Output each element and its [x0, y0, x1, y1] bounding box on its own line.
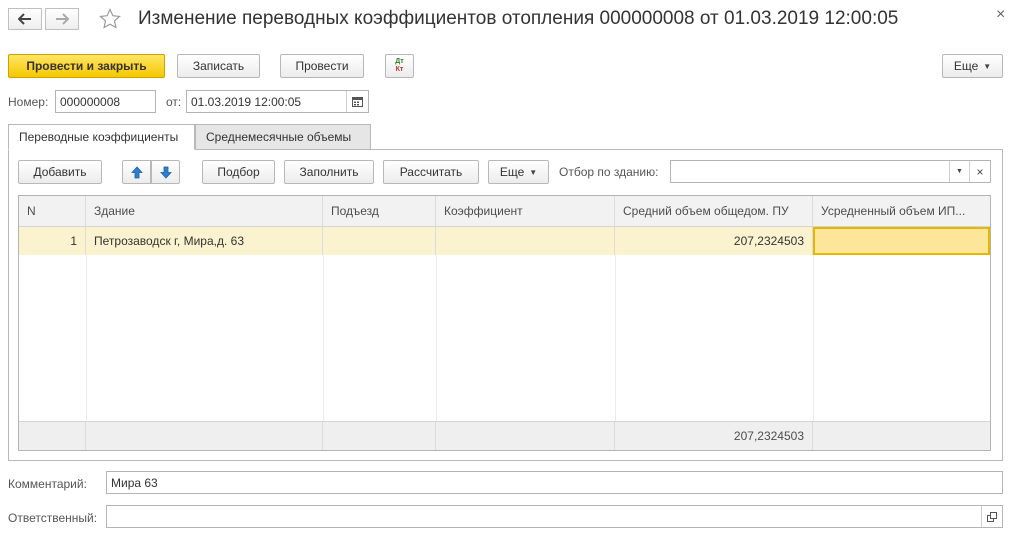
footer-cell — [19, 422, 86, 450]
column-divider — [323, 255, 324, 421]
filter-clear-button[interactable]: × — [969, 161, 990, 182]
date-label: от: — [166, 95, 182, 109]
dt-icon-text: Дт — [395, 58, 404, 65]
calendar-icon — [352, 97, 363, 107]
footer-cell — [86, 422, 323, 450]
column-header-n[interactable]: N — [19, 196, 86, 226]
cell-avg-ip-volume[interactable] — [813, 227, 990, 255]
column-divider — [436, 255, 437, 421]
chevron-down-icon: ▼ — [983, 61, 992, 71]
fill-button[interactable]: Заполнить — [284, 160, 374, 184]
dt-kt-report-button[interactable]: Дт Кт — [385, 54, 414, 78]
arrow-right-icon — [56, 13, 69, 25]
move-down-button[interactable] — [151, 160, 180, 184]
tab-monthly-volumes[interactable]: Среднемесячные объемы — [195, 124, 371, 150]
table-more-button[interactable]: Еще ▼ — [488, 160, 549, 184]
tab-conversion-coefficients[interactable]: Переводные коэффициенты — [8, 124, 195, 150]
close-icon[interactable]: × — [996, 6, 1005, 24]
table-row[interactable]: 1 Петрозаводск г, Мира,д. 63 207,2324503 — [19, 227, 990, 255]
star-icon — [99, 8, 121, 29]
cell-avg-volume[interactable]: 207,2324503 — [615, 227, 813, 255]
responsible-input[interactable] — [106, 505, 1003, 528]
calculate-button[interactable]: Рассчитать — [383, 160, 479, 184]
column-header-avg-ip-volume[interactable]: Усредненный объем ИП... — [813, 196, 990, 226]
filter-dropdown-button[interactable]: ▼ — [949, 161, 969, 182]
column-divider — [615, 255, 616, 421]
chevron-down-icon: ▼ — [956, 168, 963, 175]
footer-cell — [323, 422, 436, 450]
kt-icon-text: Кт — [395, 66, 404, 73]
calendar-button[interactable] — [346, 91, 368, 112]
chevron-down-icon: ▼ — [529, 167, 538, 177]
open-link-icon — [987, 511, 997, 522]
pick-button[interactable]: Подбор — [202, 160, 275, 184]
cell-coefficient[interactable] — [436, 227, 615, 255]
add-button[interactable]: Добавить — [18, 160, 102, 184]
comment-input[interactable]: Мира 63 — [106, 471, 1003, 494]
footer-cell — [813, 422, 990, 450]
column-header-avg-volume[interactable]: Средний объем общедом. ПУ — [615, 196, 813, 226]
number-label: Номер: — [8, 95, 49, 109]
date-value: 01.03.2019 12:00:05 — [191, 94, 302, 109]
column-divider — [813, 255, 814, 421]
number-field[interactable]: 000000008 — [55, 90, 156, 113]
column-divider — [86, 255, 87, 421]
cell-n[interactable]: 1 — [19, 227, 86, 255]
arrow-down-icon — [159, 166, 172, 179]
forward-button[interactable] — [45, 8, 79, 30]
cell-entrance[interactable] — [323, 227, 436, 255]
date-field[interactable]: 01.03.2019 12:00:05 — [186, 90, 369, 113]
window-title: Изменение переводных коэффициентов отопл… — [138, 8, 899, 29]
save-button[interactable]: Записать — [177, 54, 260, 78]
table-header-row: N Здание Подъезд Коэффициент Средний объ… — [19, 196, 990, 227]
column-header-entrance[interactable]: Подъезд — [323, 196, 436, 226]
arrow-left-icon — [18, 13, 31, 25]
move-up-button[interactable] — [122, 160, 151, 184]
column-header-coefficient[interactable]: Коэффициент — [436, 196, 615, 226]
post-and-close-button[interactable]: Провести и закрыть — [8, 54, 165, 78]
comment-label: Комментарий: — [8, 477, 87, 491]
footer-total-avg-volume: 207,2324503 — [615, 422, 813, 450]
clear-icon: × — [976, 164, 984, 179]
favorite-star-button[interactable] — [98, 7, 124, 33]
coefficients-table: N Здание Подъезд Коэффициент Средний объ… — [18, 195, 991, 451]
responsible-label: Ответственный: — [8, 511, 98, 525]
table-footer-row: 207,2324503 — [19, 421, 990, 450]
more-button[interactable]: Еще ▼ — [942, 54, 1003, 78]
footer-cell — [436, 422, 615, 450]
more-label: Еще — [953, 59, 979, 73]
open-responsible-button[interactable] — [981, 506, 1002, 527]
building-filter-input[interactable] — [670, 160, 991, 183]
back-button[interactable] — [8, 8, 42, 30]
table-more-label: Еще — [499, 165, 525, 179]
arrow-up-icon — [130, 165, 143, 178]
building-filter-label: Отбор по зданию: — [559, 165, 659, 179]
column-header-building[interactable]: Здание — [86, 196, 323, 226]
post-button[interactable]: Провести — [280, 54, 364, 78]
cell-building[interactable]: Петрозаводск г, Мира,д. 63 — [86, 227, 323, 255]
